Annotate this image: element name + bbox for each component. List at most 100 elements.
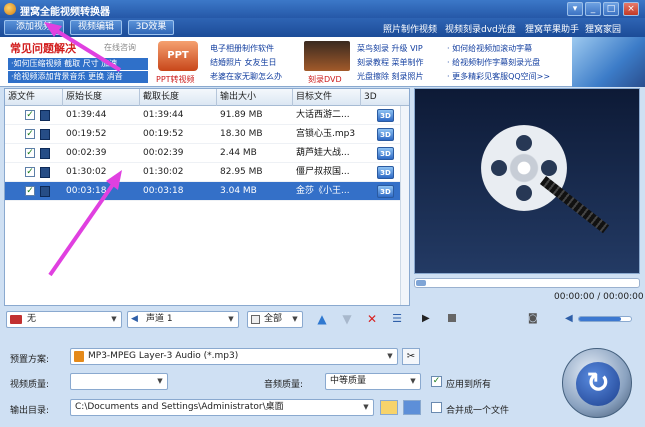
browse-folder-icon[interactable]	[380, 400, 398, 415]
convert-button[interactable]: ↻	[562, 348, 632, 418]
output-dir-label: 输出目录:	[10, 406, 50, 416]
merge-checkbox[interactable]	[431, 402, 442, 413]
subtitle-icon	[10, 315, 22, 324]
merge-label: 合并成一个文件	[446, 406, 510, 416]
row-checkbox[interactable]: ✓	[25, 167, 35, 177]
banner-link[interactable]: 结婚照片 女友生日	[210, 57, 277, 68]
move-up-icon[interactable]: ▲	[313, 310, 331, 328]
online-consult-link[interactable]: 在线咨询	[104, 42, 136, 53]
select-mode-dropdown[interactable]: 全部 ▼	[247, 311, 303, 328]
row-checkbox[interactable]: ✓	[25, 110, 35, 120]
row-checkbox[interactable]: ✓	[25, 186, 35, 196]
banner-link[interactable]: 光盘擦除 刻录照片	[357, 71, 424, 82]
3d-toggle[interactable]: 3D	[377, 109, 394, 122]
clip-length: 01:39:44	[143, 110, 184, 120]
list-toolbar: 无 ▼ ◀ 声道 1 ▼ 全部 ▼ ▲ ▼ ✕ ☰	[4, 309, 410, 331]
apple-helper-link[interactable]: 狸窝苹果助手	[525, 22, 579, 35]
burn-dvd-link[interactable]: 刻录DVD	[308, 74, 342, 85]
faq-link-compress[interactable]: ·如何压缩视频 截取 尺寸 加速	[8, 58, 148, 70]
target-file: 僵尸叔叔国...	[296, 167, 350, 177]
video-file-icon	[40, 186, 50, 197]
apply-all-checkbox[interactable]: ✓	[431, 376, 442, 387]
play-icon[interactable]: ▶	[422, 313, 430, 324]
snapshot-icon[interactable]: ◙	[528, 313, 538, 324]
table-row[interactable]: ✓ 00:19:52 00:19:52 18.30 MB 宫锁心玉.mp3 3D	[5, 125, 409, 144]
table-row[interactable]: ✓ 01:30:02 01:30:02 82.95 MB 僵尸叔叔国... 3D	[5, 163, 409, 182]
volume-slider[interactable]	[578, 316, 632, 322]
banner-link[interactable]: 电子相册制作软件	[210, 43, 274, 54]
stop-icon[interactable]	[448, 314, 456, 322]
original-length: 00:02:39	[66, 148, 107, 158]
3d-toggle[interactable]: 3D	[377, 166, 394, 179]
edit-video-button[interactable]: 视频编辑	[70, 20, 122, 35]
banner-link[interactable]: · 如何给视频加滚动字幕	[447, 43, 532, 54]
time-display: 00:00:00 / 00:00:00	[554, 292, 644, 302]
audio-quality-dropdown[interactable]: 中等质量 ▼	[325, 373, 421, 390]
subtitle-dropdown[interactable]: 无 ▼	[6, 311, 122, 328]
3d-effect-button[interactable]: 3D效果	[128, 20, 174, 35]
row-checkbox[interactable]: ✓	[25, 148, 35, 158]
home-link[interactable]: 狸窝家园	[585, 22, 621, 35]
table-row[interactable]: ✓ 00:03:18 00:03:18 3.04 MB 金莎《小王... 3D	[5, 182, 409, 201]
photo-to-video-link[interactable]: 照片制作视频	[383, 22, 437, 35]
faq-link-music[interactable]: ·给视频添加背景音乐 更换 消音	[8, 71, 148, 83]
seek-bar[interactable]	[414, 278, 640, 288]
apply-all-label: 应用到所有	[446, 380, 492, 390]
settings-tools-icon[interactable]: ✂	[402, 348, 420, 365]
column-header[interactable]: 输出大小	[217, 89, 293, 106]
seek-handle[interactable]	[416, 280, 426, 286]
column-header[interactable]: 3D	[361, 89, 400, 106]
add-video-button[interactable]: 添加视频	[4, 20, 64, 35]
output-dir-value: C:\Documents and Settings\Administrator\…	[75, 402, 284, 412]
banner-link[interactable]: · 更多精彩见客服QQ空间>>	[447, 71, 550, 82]
table-row[interactable]: ✓ 00:02:39 00:02:39 2.44 MB 葫芦娃大战... 3D	[5, 144, 409, 163]
audio-track-dropdown[interactable]: ◀ 声道 1 ▼	[127, 311, 239, 328]
maximize-button[interactable]: □	[603, 2, 619, 16]
delete-icon[interactable]: ✕	[363, 310, 381, 328]
column-header[interactable]: 截取长度	[140, 89, 217, 106]
preset-value: MP3-MPEG Layer-3 Audio (*.mp3)	[88, 351, 239, 361]
video-file-icon	[40, 148, 50, 159]
audio-track-value: 声道 1	[146, 314, 173, 324]
minimize-button[interactable]: _	[585, 2, 601, 16]
ppt-icon[interactable]: PPT	[158, 41, 198, 71]
column-header[interactable]: 原始长度	[63, 89, 140, 106]
banner-link[interactable]: · 给视频制作字幕刻录光盘	[447, 57, 540, 68]
output-size: 3.04 MB	[220, 186, 257, 196]
select-mode-value: 全部	[264, 314, 283, 324]
list-view-icon[interactable]: ☰	[388, 310, 406, 328]
preset-dropdown[interactable]: MP3-MPEG Layer-3 Audio (*.mp3) ▼	[70, 348, 398, 365]
banner-link[interactable]: 老婆在家无聊怎么办	[210, 71, 282, 82]
dvd-burn-link[interactable]: 视频刻录dvd光盘	[445, 22, 516, 35]
close-button[interactable]: ×	[623, 2, 639, 16]
file-list-scrollbar[interactable]	[400, 106, 409, 305]
column-header[interactable]: 源文件	[5, 89, 63, 106]
row-checkbox[interactable]: ✓	[25, 129, 35, 139]
move-down-icon[interactable]: ▼	[338, 310, 356, 328]
3d-toggle[interactable]: 3D	[377, 128, 394, 141]
original-length: 01:39:44	[66, 110, 107, 120]
clip-length: 00:02:39	[143, 148, 184, 158]
preset-label: 预置方案:	[10, 355, 50, 365]
volume-level	[579, 317, 621, 321]
ad-banner: 常见问题解决 在线咨询 ·如何压缩视频 截取 尺寸 加速 ·给视频添加背景音乐 …	[0, 37, 645, 87]
banner-link[interactable]: 菜鸟刻录 升级 VIP	[357, 43, 423, 54]
output-dir-field[interactable]: C:\Documents and Settings\Administrator\…	[70, 399, 374, 416]
open-folder-icon[interactable]	[403, 400, 421, 415]
audio-quality-value: 中等质量	[330, 376, 367, 386]
volume-icon: ◀	[565, 313, 573, 324]
banner-link[interactable]: 刻录教程 菜单制作	[357, 57, 424, 68]
app-logo-icon	[4, 3, 16, 15]
dvd-image[interactable]	[304, 41, 350, 71]
table-row[interactable]: ✓ 01:39:44 01:39:44 91.89 MB 大话西游二... 3D	[5, 106, 409, 125]
column-header[interactable]: 目标文件	[293, 89, 361, 106]
3d-toggle[interactable]: 3D	[377, 147, 394, 160]
output-size: 2.44 MB	[220, 148, 257, 158]
3d-toggle[interactable]: 3D	[377, 185, 394, 198]
video-quality-dropdown[interactable]: ▼	[70, 373, 168, 390]
original-length: 00:19:52	[66, 129, 107, 139]
ppt-to-video-link[interactable]: PPT转视频	[156, 74, 195, 85]
skin-button[interactable]: ▾	[567, 2, 583, 16]
target-file: 金莎《小王...	[296, 186, 350, 196]
target-file: 宫锁心玉.mp3	[296, 129, 356, 139]
